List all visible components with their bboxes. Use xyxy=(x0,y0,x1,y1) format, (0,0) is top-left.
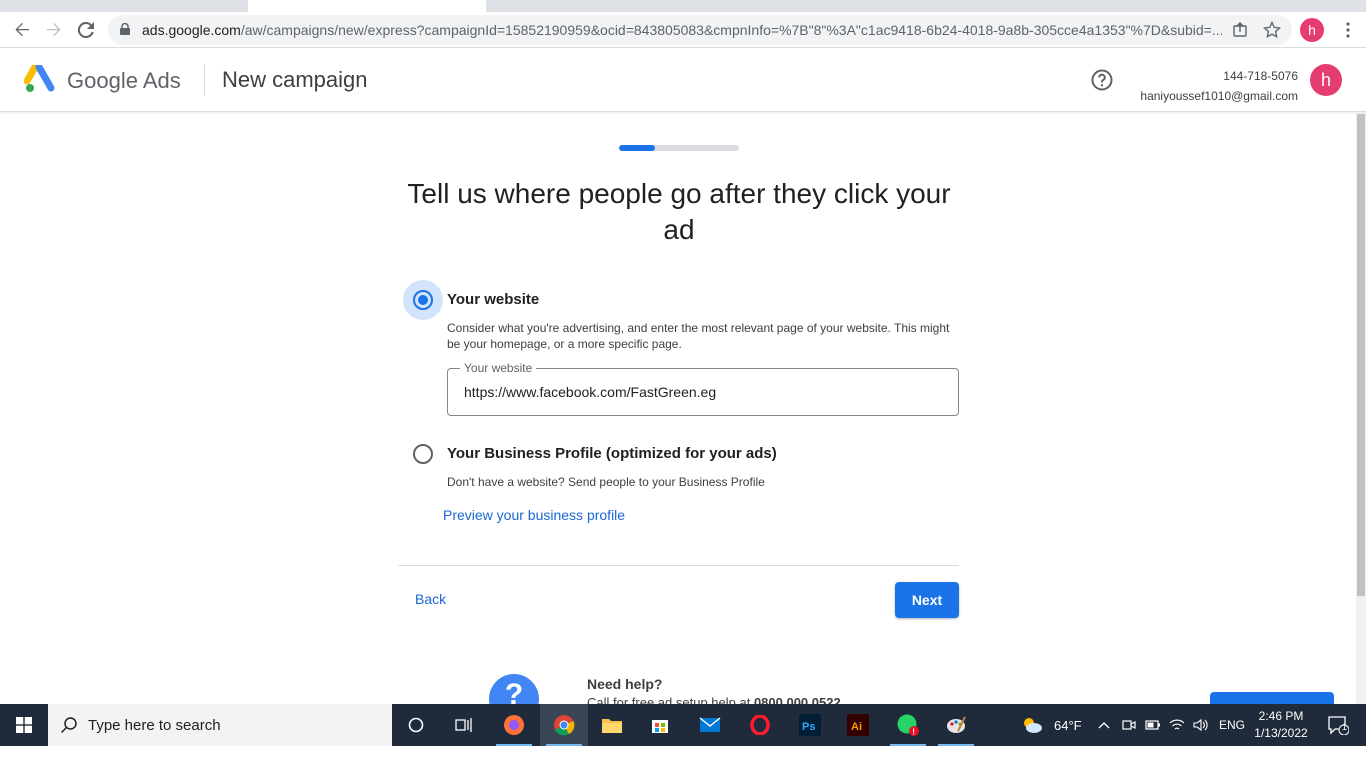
browser-toolbar: ads.google.com/aw/campaigns/new/express?… xyxy=(0,12,1366,48)
windows-start-icon[interactable] xyxy=(0,704,48,746)
cortana-icon[interactable] xyxy=(392,704,440,746)
page-scrollbar[interactable] xyxy=(1356,112,1366,704)
mail-icon[interactable] xyxy=(686,704,734,746)
chrome-taskbar-icon[interactable] xyxy=(540,704,588,746)
volume-icon[interactable] xyxy=(1190,704,1212,746)
file-explorer-icon[interactable] xyxy=(588,704,636,746)
wizard-progress-bar xyxy=(619,145,739,151)
scrollbar-thumb[interactable] xyxy=(1357,114,1365,596)
forward-arrow-icon[interactable] xyxy=(42,18,66,42)
address-bar[interactable]: ads.google.com/aw/campaigns/new/express?… xyxy=(108,15,1292,45)
battery-icon[interactable] xyxy=(1142,704,1164,746)
option-business-profile-title[interactable]: Your Business Profile (optimized for you… xyxy=(447,445,777,462)
option-business-profile-description: Don't have a website? Send people to you… xyxy=(447,475,765,489)
header-divider xyxy=(204,64,205,96)
weather-icon[interactable] xyxy=(1010,704,1054,746)
brand-name: Google Ads xyxy=(67,68,181,93)
chevron-up-icon[interactable] xyxy=(1092,704,1116,746)
page-title: New campaign xyxy=(222,67,368,92)
need-help-subtitle: Call for free ad setup help at 0800 000 … xyxy=(587,695,841,704)
windows-taskbar: Type here to search Ps Ai ! 64°F ENG 2:4… xyxy=(0,704,1366,768)
need-help-title: Need help? xyxy=(587,676,663,692)
notification-count: 1 xyxy=(1342,722,1348,732)
help-icon[interactable] xyxy=(1090,68,1114,92)
call-button[interactable] xyxy=(1210,692,1334,704)
account-info[interactable]: 144-718-5076 haniyoussef1010@gmail.com xyxy=(1140,66,1298,106)
back-button[interactable]: Back xyxy=(415,591,446,607)
radio-selected-icon xyxy=(413,290,433,310)
task-view-icon[interactable] xyxy=(440,704,488,746)
photoshop-icon[interactable]: Ps xyxy=(786,704,834,746)
reload-icon[interactable] xyxy=(74,18,98,42)
actions-divider xyxy=(398,565,959,566)
radio-unselected-icon xyxy=(413,444,433,464)
browser-profile-avatar[interactable]: h xyxy=(1300,18,1324,42)
website-input[interactable] xyxy=(464,384,944,400)
website-field[interactable]: Your website xyxy=(447,361,959,416)
ads-header: Google Ads New campaign 144-718-5076 han… xyxy=(0,48,1366,112)
account-email: haniyoussef1010@gmail.com xyxy=(1140,89,1298,103)
browser-tab-strip xyxy=(0,0,1366,12)
browser-tab-active[interactable] xyxy=(248,0,486,12)
back-arrow-icon[interactable] xyxy=(10,18,34,42)
next-button[interactable]: Next xyxy=(895,582,959,618)
notifications-icon[interactable]: 1 xyxy=(1318,704,1358,746)
svg-text:Ai: Ai xyxy=(851,721,862,733)
account-avatar[interactable]: h xyxy=(1310,64,1342,96)
website-field-label: Your website xyxy=(460,361,537,375)
lock-icon xyxy=(120,23,130,35)
share-icon[interactable] xyxy=(1228,18,1252,42)
store-icon[interactable] xyxy=(636,704,684,746)
whatsapp-icon[interactable]: ! xyxy=(884,704,932,746)
input-language[interactable]: ENG xyxy=(1219,718,1245,732)
option-website-description: Consider what you're advertising, and en… xyxy=(447,321,950,351)
opera-icon[interactable] xyxy=(736,704,784,746)
clock-time: 2:46 PM xyxy=(1258,709,1304,723)
illustrator-icon[interactable]: Ai xyxy=(834,704,882,746)
google-ads-logo-icon[interactable] xyxy=(24,65,56,93)
svg-text:!: ! xyxy=(912,728,915,737)
firefox-taskbar-icon[interactable] xyxy=(490,704,538,746)
bookmark-star-icon[interactable] xyxy=(1260,18,1284,42)
clock-date: 1/13/2022 xyxy=(1254,726,1308,740)
preview-business-profile-link[interactable]: Preview your business profile xyxy=(443,507,625,523)
wizard-progress-fill xyxy=(619,145,655,151)
taskbar-search-placeholder: Type here to search xyxy=(88,717,221,734)
wifi-icon[interactable] xyxy=(1166,704,1188,746)
weather-temperature[interactable]: 64°F xyxy=(1054,718,1082,733)
taskbar-clock[interactable]: 2:46 PM 1/13/2022 xyxy=(1252,708,1310,742)
radio-your-website[interactable] xyxy=(403,280,443,320)
paint-icon[interactable] xyxy=(932,704,980,746)
wizard-headline: Tell us where people go after they click… xyxy=(407,178,951,245)
screen-bottom-strip xyxy=(0,746,1366,768)
option-website-title[interactable]: Your website xyxy=(447,291,539,308)
url-text: ads.google.com/aw/campaigns/new/express?… xyxy=(142,22,1222,38)
account-id: 144-718-5076 xyxy=(1223,69,1298,83)
help-phone-number: 0800 000 0522 xyxy=(753,695,841,704)
browser-menu-icon[interactable] xyxy=(1336,18,1360,42)
search-icon xyxy=(60,717,77,734)
radio-business-profile[interactable] xyxy=(403,434,443,474)
svg-text:Ps: Ps xyxy=(802,721,815,733)
meet-now-icon[interactable] xyxy=(1118,704,1140,746)
taskbar-search-box[interactable]: Type here to search xyxy=(48,704,392,746)
